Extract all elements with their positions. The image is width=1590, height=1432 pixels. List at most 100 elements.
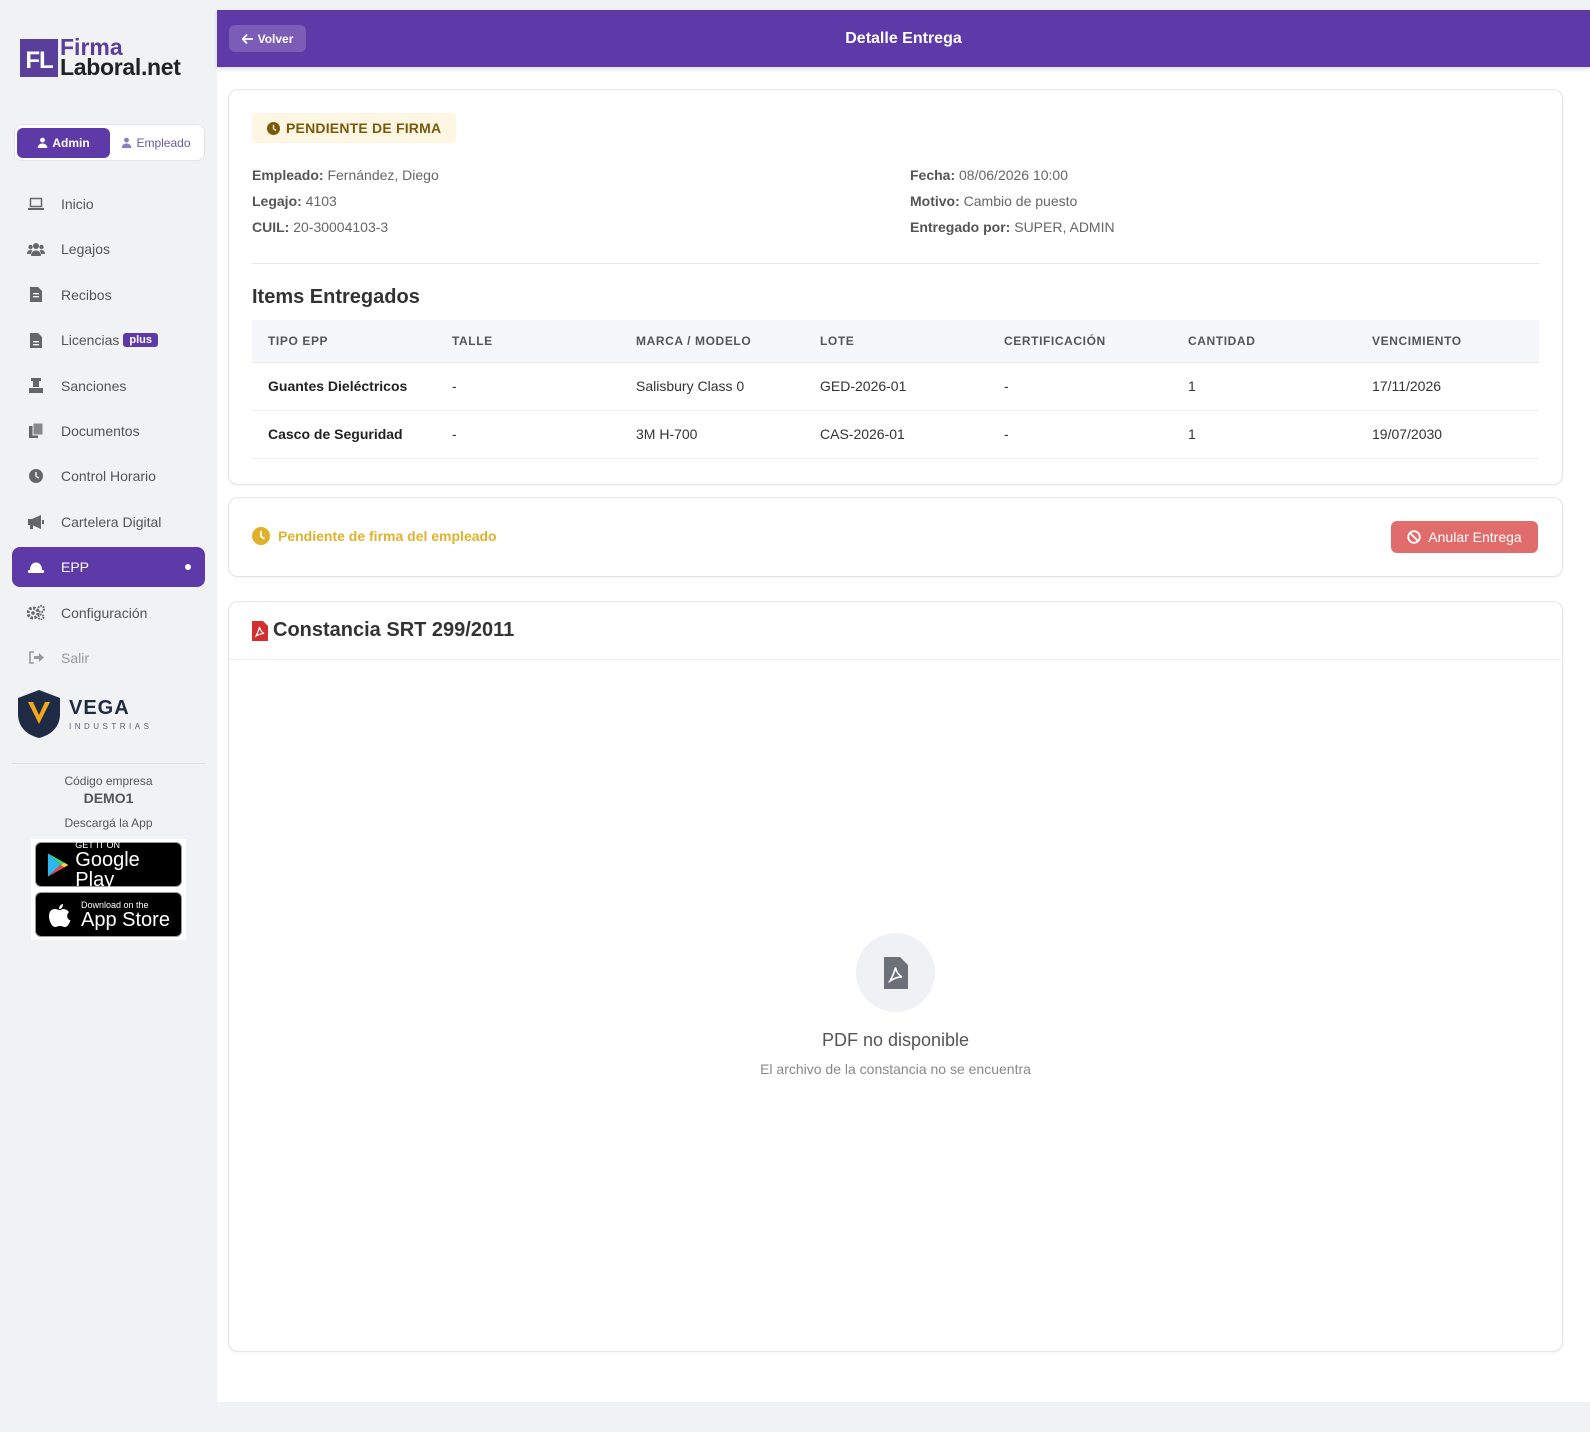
copy-icon [27,422,45,440]
page-title: Detalle Entrega [845,30,962,47]
constancia-title-text: Constancia SRT 299/2011 [273,619,515,641]
company-code-label: Código empresa [64,774,153,788]
app-store-badges: GET IT ON Google Play Download on the Ap… [31,839,186,940]
company-code: DEMO1 [83,790,134,806]
company-logo-name: VEGA [69,697,130,719]
status-label: PENDIENTE DE FIRMA [286,120,442,136]
firmalaboral-logo[interactable]: FL Firma Laboral.net [20,36,181,79]
sidebar-item-label: EPP [61,559,90,576]
clock-icon [267,121,280,135]
pdf-file-icon [883,956,908,989]
column-header: MARCA / MODELO [620,320,804,363]
constancia-header: Constancia SRT 299/2011 [229,602,1562,660]
cell-vencimiento: 17/11/2026 [1356,362,1539,411]
info-fecha: Fecha: 08/06/2026 10:00 [910,167,1069,183]
pdf-unavailable-subtitle: El archivo de la constancia no se encuen… [760,1061,1031,1077]
delivery-info-right: Fecha: 08/06/2026 10:00 Motivo: Cambio d… [910,162,1115,240]
void-delivery-label: Anular Entrega [1428,529,1522,545]
table-row: Casco de Seguridad - 3M H-700 CAS-2026-0… [252,410,1539,459]
info-legajo: Legajo: 4103 [252,193,337,209]
pending-signature-message: Pendiente de firma del empleado [252,527,497,545]
receipt-icon [27,286,45,304]
cell-certificacion: - [988,410,1172,459]
sidebar-item-label: Recibos [61,286,112,303]
table-row: Guantes Dieléctricos - Salisbury Class 0… [252,362,1539,411]
sidebar-item-inicio[interactable]: Inicio [12,184,205,224]
megaphone-icon [27,513,45,531]
cell-marca-modelo: 3M H-700 [620,410,804,459]
sidebar-item-configuracion[interactable]: Configuración [12,593,205,633]
sidebar-item-legajos[interactable]: Legajos [12,229,205,269]
cell-tipo-epp: Guantes Dieléctricos [252,362,436,411]
sidebar-item-label: Legajos [61,241,111,258]
void-delivery-button[interactable]: Anular Entrega [1391,521,1538,553]
sidebar-item-salir[interactable]: Salir [12,638,205,678]
google-play-button[interactable]: GET IT ON Google Play [35,839,182,891]
pdf-placeholder [856,933,935,1012]
cogs-icon [27,604,45,622]
sidebar-item-documentos[interactable]: Documentos [12,411,205,451]
cell-tipo-epp: Casco de Seguridad [252,410,436,459]
column-header: VENCIMIENTO [1356,320,1539,363]
logo-mark: FL [20,39,58,77]
divider [252,263,1539,264]
clock-icon [252,527,270,545]
status-badge: PENDIENTE DE FIRMA [252,113,457,143]
sidebar-item-label: Documentos [61,422,140,439]
sidebar-item-label: Cartelera Digital [61,513,162,530]
company-logo: VEGA INDUSTRIAS [18,690,152,738]
column-header: CANTIDAD [1172,320,1356,363]
role-toggle: Admin Empleado [14,124,205,161]
items-table: TIPO EPP TALLE MARCA / MODELO LOTE CERTI… [252,320,1539,459]
sidebar-item-licencias[interactable]: Licencias plus [12,320,205,360]
role-admin-label: Admin [52,135,90,150]
google-play-small: GET IT ON [75,839,120,850]
cell-certificacion: - [988,362,1172,411]
sidebar-item-sanciones[interactable]: Sanciones [12,366,205,406]
hard-hat-icon [27,558,45,576]
sidebar: FL Firma Laboral.net Admin Empleado Inic… [0,0,217,1432]
back-button-label: Volver [257,31,294,46]
pending-signature-text: Pendiente de firma del empleado [278,528,497,544]
app-store-button[interactable]: Download on the App Store [35,892,182,937]
app-store-small: Download on the [81,899,149,910]
cell-talle: - [436,410,620,459]
app-store-big: App Store [81,908,170,931]
info-empleado: Empleado: Fernández, Diego [252,167,439,183]
google-play-icon [47,852,69,877]
sign-out-icon [27,649,45,667]
sidebar-item-recibos[interactable]: Recibos [12,275,205,315]
cell-talle: - [436,362,620,411]
column-header: TIPO EPP [252,320,436,363]
pdf-file-icon [252,620,268,641]
company-info: Código empresa DEMO1 Descargá la App [0,774,217,830]
role-admin-button[interactable]: Admin [17,127,110,158]
sidebar-item-label: Configuración [61,604,148,621]
google-play-big: Google Play [75,848,140,891]
back-button[interactable]: Volver [229,25,306,52]
users-icon [27,240,45,258]
clock-icon [27,467,45,485]
sidebar-item-label: Inicio [61,196,94,212]
role-employee-button[interactable]: Empleado [110,128,202,158]
sidebar-item-control-horario[interactable]: Control Horario [12,456,205,496]
apple-icon [49,903,71,927]
arrow-left-icon [241,33,253,44]
constancia-title: Constancia SRT 299/2011 [252,619,514,642]
cell-lote: CAS-2026-01 [804,410,988,459]
column-header: LOTE [804,320,988,363]
constancia-card: Constancia SRT 299/2011 PDF no disponibl… [228,601,1563,1352]
download-app-label: Descargá la App [64,816,153,830]
table-header-row: TIPO EPP TALLE MARCA / MODELO LOTE CERTI… [252,320,1539,363]
cell-vencimiento: 19/07/2030 [1356,410,1539,459]
sidebar-divider [12,763,205,764]
column-header: TALLE [436,320,620,363]
sidebar-item-epp[interactable]: EPP [12,547,205,588]
cell-marca-modelo: Salisbury Class 0 [620,362,804,411]
column-header: CERTIFICACIÓN [988,320,1172,363]
sidebar-item-label: Licencias [61,332,120,349]
sidebar-item-label: Sanciones [61,377,127,394]
info-entregado-por: Entregado por: SUPER, ADMIN [910,219,1115,235]
sidebar-item-cartelera[interactable]: Cartelera Digital [12,502,205,542]
role-employee-label: Empleado [136,135,191,150]
